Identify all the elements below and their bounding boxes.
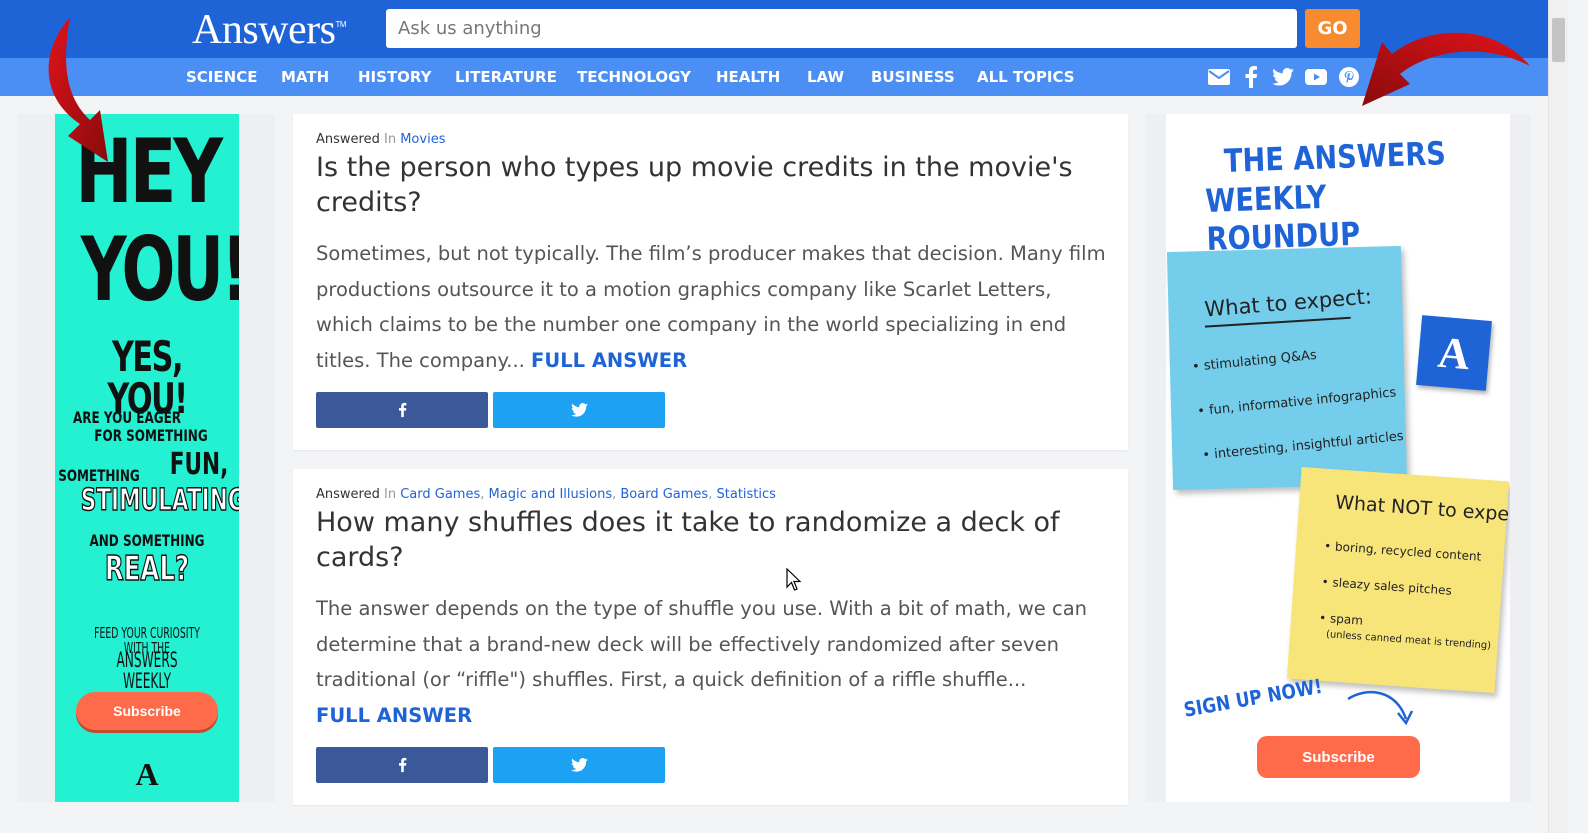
answer-card: Answered In Movies Is the person who typ… [293, 114, 1128, 450]
red-arrow-icon [48, 17, 108, 162]
answer-excerpt: The answer depends on the type of shuffl… [316, 591, 1106, 733]
facebook-icon [398, 757, 406, 773]
twitter-share-button[interactable] [493, 392, 665, 428]
twitter-share-button[interactable] [493, 747, 665, 783]
ad-you-text: YOU! [80, 218, 239, 321]
mouse-cursor-icon [786, 568, 802, 591]
category-link-statistics[interactable]: Statistics [717, 487, 776, 502]
answered-label: Answered [316, 132, 380, 147]
not-expect-title: What NOT to expect: [1334, 491, 1510, 528]
answer-text: Sometimes, but not typically. The film’s… [316, 242, 1106, 372]
ad-line-for-something: FOR SOMETHING [94, 426, 208, 445]
right-ad-subscribe-button[interactable]: Subscribe [1257, 736, 1420, 778]
answers-logo-icon: A [1416, 315, 1492, 391]
nav-literature[interactable]: LITERATURE [455, 68, 557, 86]
nav-science[interactable]: SCIENCE [186, 68, 257, 86]
facebook-share-button[interactable] [316, 392, 488, 428]
nav-health[interactable]: HEALTH [716, 68, 780, 86]
question-title[interactable]: Is the person who types up movie credits… [316, 150, 1096, 220]
question-title[interactable]: How many shuffles does it take to random… [316, 505, 1096, 575]
email-icon[interactable] [1208, 66, 1230, 88]
category-link-card-games[interactable]: Card Games [400, 487, 480, 502]
twitter-icon [570, 758, 588, 772]
answered-meta: Answered In Movies [316, 132, 445, 147]
search-input[interactable] [386, 9, 1297, 48]
twitter-icon [570, 403, 588, 417]
not-expect-item: • sleazy sales pitches [1321, 574, 1453, 598]
category-link-movies[interactable]: Movies [400, 132, 445, 147]
ad-line-and-something: AND SOMETHING [89, 531, 205, 550]
scrollbar-thumb[interactable] [1552, 18, 1565, 62]
left-ad-banner[interactable]: HEY YOU! YES, YOU! ARE YOU EAGER FOR SOM… [55, 114, 239, 802]
not-expect-note: (unless canned meat is trending) [1325, 629, 1492, 652]
ad-stimulating-text: STIMULATING, [80, 483, 239, 518]
top-header: AnswersTM GO [0, 0, 1548, 58]
nav-all-topics[interactable]: ALL TOPICS [977, 68, 1075, 86]
ad-real-text: REAL? [104, 549, 190, 589]
answer-card: Answered In Card Games, Magic and Illusi… [293, 469, 1128, 805]
ad-fun-text: FUN, [169, 447, 229, 482]
curved-arrow-icon [1347, 690, 1414, 726]
expect-item: • fun, informative infographics [1196, 385, 1397, 420]
full-answer-link[interactable]: FULL ANSWER [531, 349, 687, 372]
topic-navbar: SCIENCE MATH HISTORY LITERATURE TECHNOLO… [0, 58, 1548, 96]
ad-line-eager: ARE YOU EAGER [72, 408, 182, 427]
youtube-icon[interactable] [1305, 66, 1327, 88]
not-expect-item: • boring, recycled content [1323, 538, 1482, 564]
expect-item: • interesting, insightful articles [1201, 428, 1405, 464]
in-label: In [384, 132, 397, 147]
sign-up-now-text: SIGN UP NOW! [1181, 673, 1324, 722]
right-ad-banner[interactable]: THE ANSWERS WEEKLY ROUNDUP What to expec… [1166, 114, 1510, 802]
category-link-magic-illusions[interactable]: Magic and Illusions [489, 487, 613, 502]
in-label: In [384, 487, 397, 502]
nav-math[interactable]: MATH [281, 68, 329, 86]
answered-meta: Answered In Card Games, Magic and Illusi… [316, 487, 776, 502]
facebook-icon[interactable] [1240, 66, 1262, 88]
logo-trademark: TM [335, 20, 347, 29]
roundup-title-line2: WEEKLY ROUNDUP [1204, 177, 1361, 258]
nav-law[interactable]: LAW [807, 68, 844, 86]
answer-text: The answer depends on the type of shuffl… [316, 597, 1088, 691]
logo-text: Answers [192, 7, 336, 53]
facebook-share-button[interactable] [316, 747, 488, 783]
twitter-icon[interactable] [1272, 66, 1294, 88]
expect-item: • stimulating Q&As [1191, 347, 1318, 375]
not-expect-item: • spam [1318, 610, 1364, 628]
answered-label: Answered [316, 487, 380, 502]
nav-technology[interactable]: TECHNOLOGY [577, 68, 691, 86]
answers-logo[interactable]: AnswersTM [192, 6, 347, 54]
category-link-board-games[interactable]: Board Games [620, 487, 708, 502]
nav-business[interactable]: BUSINESS [871, 68, 955, 86]
expect-sticky-note: What to expect: • stimulating Q&As • fun… [1166, 245, 1408, 491]
ad-answers-logo-icon: A [135, 756, 159, 792]
left-ad-subscribe-button[interactable]: Subscribe [76, 692, 218, 730]
roundup-title-line1: THE ANSWERS [1223, 134, 1447, 180]
answer-excerpt: Sometimes, but not typically. The film’s… [316, 236, 1106, 378]
facebook-icon [398, 402, 406, 418]
red-arrow-icon [1362, 32, 1530, 107]
nav-history[interactable]: HISTORY [358, 68, 432, 86]
not-expect-sticky-note: What NOT to expect: • boring, recycled c… [1286, 467, 1510, 693]
full-answer-link[interactable]: FULL ANSWER [316, 704, 472, 727]
page-scrollbar[interactable] [1548, 0, 1568, 833]
